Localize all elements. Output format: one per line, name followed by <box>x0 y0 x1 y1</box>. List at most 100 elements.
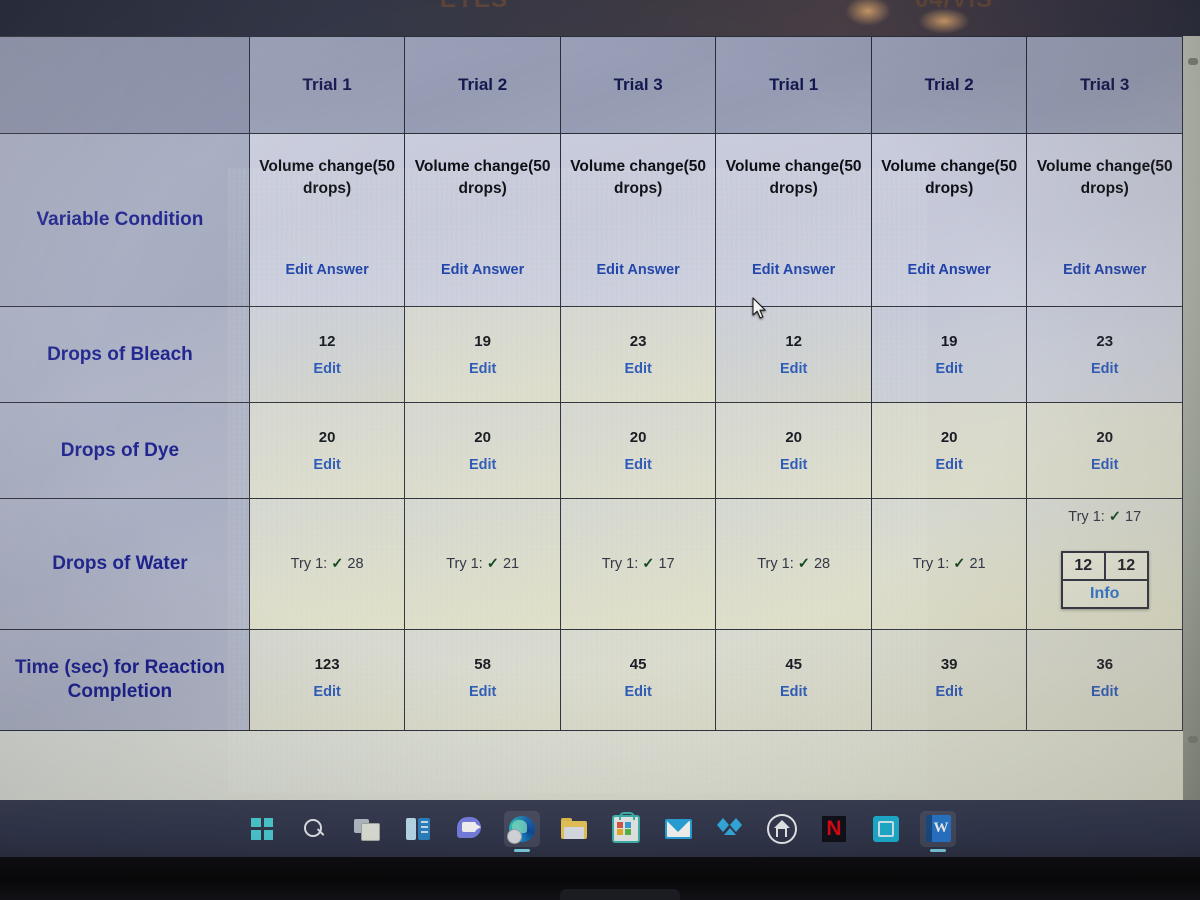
check-icon: ✓ <box>642 556 655 572</box>
variable-condition-cell-5: Volume change(50 drops) Edit Answer <box>870 133 1028 307</box>
file-explorer-icon[interactable] <box>556 811 592 847</box>
task-view-glyph <box>354 818 380 841</box>
value-bleach-6: 23 <box>1096 333 1114 350</box>
row-label-drops-of-bleach: Drops of Bleach <box>0 306 250 403</box>
edit-answer-link-3[interactable]: Edit Answer <box>561 262 716 278</box>
edit-answer-link-4[interactable]: Edit Answer <box>716 262 871 278</box>
cell-bleach-trial-1b: 12 Edit <box>715 306 872 403</box>
dropbox-box-glyph <box>717 817 743 840</box>
edit-link-dye-4[interactable]: Edit <box>716 457 871 473</box>
try-result-water-2: Try 1: ✓ 21 <box>446 556 520 572</box>
cell-dye-trial-2a: 20 Edit <box>404 402 561 499</box>
edit-link-dye-2[interactable]: Edit <box>405 457 560 473</box>
cell-time-trial-2b: 39 Edit <box>870 629 1028 731</box>
edge-swirl-glyph <box>507 815 535 844</box>
table-row-variable-condition: Variable Condition Volume change(50 drops… <box>0 133 1183 307</box>
value-dye-3: 20 <box>629 429 647 446</box>
edit-answer-link-2[interactable]: Edit Answer <box>405 262 560 278</box>
cell-water-trial-1b: Try 1: ✓ 28 <box>715 498 872 630</box>
column-header-trial-2b: Trial 2 <box>870 36 1028 134</box>
popup-info-link[interactable]: Info <box>1063 581 1147 607</box>
value-time-2: 58 <box>474 656 491 673</box>
edit-link-dye-3[interactable]: Edit <box>561 457 716 473</box>
widgets-glyph <box>406 817 430 840</box>
score-info-popup[interactable]: 12 12 Info <box>1060 551 1149 609</box>
folder-glyph <box>561 818 587 839</box>
netflix-icon[interactable]: N <box>816 811 852 847</box>
value-bleach-1: 12 <box>318 333 336 350</box>
row-label-time-for-reaction: Time (sec) for Reaction Completion <box>0 629 250 731</box>
edit-link-bleach-1[interactable]: Edit <box>250 361 405 377</box>
cell-time-trial-3b: 36 Edit <box>1026 629 1183 731</box>
edit-link-bleach-4[interactable]: Edit <box>716 361 871 377</box>
edit-link-bleach-5[interactable]: Edit <box>872 361 1027 377</box>
value-time-1: 123 <box>314 656 340 673</box>
row-label-line-2: Completion <box>67 681 173 702</box>
column-header-trial-3a: Trial 3 <box>559 36 717 134</box>
variable-condition-cell-1: Volume change(50 drops) Edit Answer <box>248 133 406 307</box>
search-icon[interactable] <box>296 811 332 847</box>
edit-link-bleach-6[interactable]: Edit <box>1027 361 1182 377</box>
try-result-water-6: Try 1: ✓ 17 <box>1068 509 1142 525</box>
edit-link-bleach-2[interactable]: Edit <box>405 361 560 377</box>
edit-link-time-5[interactable]: Edit <box>872 684 1027 700</box>
variable-condition-text-5: Volume change(50 drops) <box>881 158 1018 198</box>
table-header-row: Trial 1 Trial 2 Trial 3 Trial 1 Trial 2 … <box>0 36 1183 134</box>
windows-logo-glyph <box>251 817 273 840</box>
cell-time-trial-1b: 45 Edit <box>715 629 872 731</box>
edit-link-time-2[interactable]: Edit <box>405 684 560 700</box>
cell-dye-trial-3a: 20 Edit <box>559 402 717 499</box>
cell-water-trial-3a: Try 1: ✓ 17 <box>559 498 717 630</box>
word-icon[interactable]: W <box>920 810 956 847</box>
cell-bleach-trial-2b: 19 Edit <box>870 306 1028 403</box>
cell-water-trial-3b: Try 1: ✓ 17 12 12 Info <box>1026 498 1183 630</box>
teams-chat-icon[interactable] <box>452 811 488 847</box>
cell-dye-trial-1a: 20 Edit <box>248 402 406 499</box>
edit-link-time-3[interactable]: Edit <box>561 684 716 700</box>
edit-link-time-6[interactable]: Edit <box>1027 684 1182 700</box>
cell-dye-trial-3b: 20 Edit <box>1026 402 1183 499</box>
magnifier-glyph <box>303 818 325 840</box>
variable-condition-text-2: Volume change(50 drops) <box>414 158 551 198</box>
score-popup-values: 12 12 <box>1062 553 1147 581</box>
dropbox-icon[interactable] <box>712 811 748 847</box>
task-view-icon[interactable] <box>348 811 384 847</box>
screen-glare-band: EYES 04/VIS <box>0 0 1200 36</box>
house-app-icon[interactable] <box>764 811 800 847</box>
screen-right-edge <box>1183 36 1200 800</box>
cell-bleach-trial-3b: 23 Edit <box>1026 306 1183 403</box>
teal-app-glyph <box>873 815 899 842</box>
start-icon[interactable] <box>244 811 280 847</box>
mail-icon[interactable] <box>660 811 696 847</box>
column-header-trial-1a: Trial 1 <box>248 36 406 134</box>
edge-browser-icon[interactable] <box>504 810 540 847</box>
edit-link-dye-5[interactable]: Edit <box>872 457 1027 473</box>
popup-right-value: 12 <box>1117 557 1136 574</box>
edit-link-dye-6[interactable]: Edit <box>1027 457 1182 473</box>
windows-taskbar: N W <box>0 800 1200 857</box>
table-row-drops-of-dye: Drops of Dye 20 Edit 20 Edit 20 Edit 20 … <box>0 402 1183 499</box>
variable-condition-cell-2: Volume change(50 drops) Edit Answer <box>404 133 561 307</box>
cell-bleach-trial-2a: 19 Edit <box>404 306 561 403</box>
value-dye-6: 20 <box>1096 429 1114 446</box>
table-row-drops-of-bleach: Drops of Bleach 12 Edit 19 Edit 23 Edit … <box>0 306 1183 403</box>
teal-app-icon[interactable] <box>868 811 904 847</box>
house-circle-glyph <box>767 813 797 844</box>
edit-link-time-1[interactable]: Edit <box>250 684 405 700</box>
variable-condition-text-1: Volume change(50 drops) <box>259 158 396 198</box>
edit-answer-link-1[interactable]: Edit Answer <box>250 262 405 278</box>
microsoft-store-icon[interactable] <box>608 811 644 847</box>
edit-link-bleach-3[interactable]: Edit <box>561 361 716 377</box>
cell-time-trial-2a: 58 Edit <box>404 629 561 731</box>
edit-link-time-4[interactable]: Edit <box>716 684 871 700</box>
widgets-icon[interactable] <box>400 811 436 847</box>
edit-answer-link-5[interactable]: Edit Answer <box>872 262 1027 278</box>
cell-water-trial-2a: Try 1: ✓ 21 <box>404 498 561 630</box>
edit-answer-link-6[interactable]: Edit Answer <box>1027 262 1182 278</box>
edit-link-dye-1[interactable]: Edit <box>250 457 405 473</box>
variable-condition-text-6: Volume change(50 drops) <box>1036 158 1173 198</box>
column-header-trial-3b: Trial 3 <box>1026 36 1183 134</box>
variable-condition-text-3: Volume change(50 drops) <box>570 158 707 198</box>
value-dye-5: 20 <box>940 429 958 446</box>
table-row-drops-of-water: Drops of Water Try 1: ✓ 28 Try 1: ✓ 21 T… <box>0 498 1183 630</box>
